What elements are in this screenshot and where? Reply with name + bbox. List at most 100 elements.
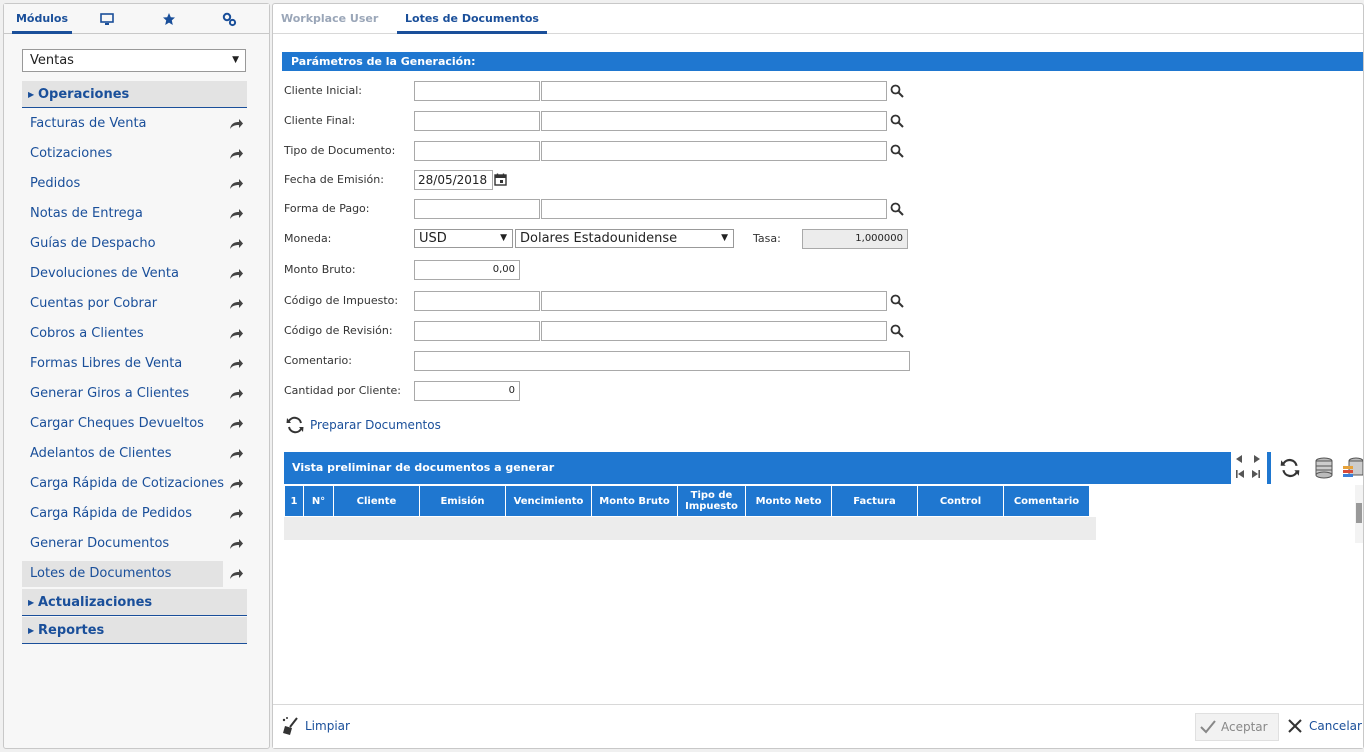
moneda-name-value: Dolares Estadounidense [520, 231, 678, 246]
menu-item[interactable]: Cobros a Clientes [22, 321, 247, 347]
codigo-revision-name-input[interactable] [541, 321, 887, 341]
menu-item[interactable]: Adelantos de Clientes [22, 441, 247, 467]
params-header: Parámetros de la Generación: [282, 52, 1363, 71]
footer-bar: Limpiar Aceptar Cancelar [273, 704, 1363, 748]
section-operaciones-label: Operaciones [38, 87, 130, 102]
share-arrow-icon[interactable] [228, 237, 244, 251]
moneda-name-select[interactable]: Dolares Estadounidense ▼ [515, 229, 734, 248]
menu-item[interactable]: Devoluciones de Venta [22, 261, 247, 287]
codigo-revision-code-input[interactable] [414, 321, 540, 341]
scrollbar-thumb[interactable] [1356, 503, 1362, 523]
section-reportes[interactable]: ▶ Reportes [22, 617, 247, 644]
tab-lotes-label: Lotes de Documentos [405, 12, 539, 25]
grid-column-header[interactable]: Control [917, 485, 1004, 517]
grid-column-header[interactable]: Vencimiento [505, 485, 592, 517]
share-arrow-icon[interactable] [228, 207, 244, 221]
monitor-icon[interactable] [92, 4, 122, 34]
vertical-scrollbar[interactable] [1355, 485, 1363, 543]
menu-item[interactable]: Formas Libres de Venta [22, 351, 247, 377]
tab-workplace-user[interactable]: Workplace User [281, 4, 378, 34]
search-icon[interactable] [890, 84, 904, 98]
tipo-documento-code-input[interactable] [414, 141, 540, 161]
tipo-documento-name-input[interactable] [541, 141, 887, 161]
share-arrow-icon[interactable] [228, 447, 244, 461]
forma-pago-code-input[interactable] [414, 199, 540, 219]
search-icon[interactable] [890, 294, 904, 308]
cliente-final-name-input[interactable] [541, 111, 887, 131]
pager-nav-icon[interactable] [1234, 453, 1262, 483]
database-export-icon[interactable] [1343, 456, 1363, 480]
menu-item[interactable]: Lotes de Documentos [22, 561, 223, 587]
menu-item[interactable]: Cuentas por Cobrar [22, 291, 247, 317]
grid-column-header[interactable]: Cliente [333, 485, 420, 517]
menu-item[interactable]: Notas de Entrega [22, 201, 247, 227]
moneda-code-select[interactable]: USD ▼ [414, 229, 513, 248]
section-actualizaciones[interactable]: ▶ Actualizaciones [22, 589, 247, 616]
search-icon[interactable] [890, 324, 904, 338]
menu-item[interactable]: Facturas de Venta [22, 111, 247, 137]
grid-column-header[interactable]: Monto Neto [745, 485, 832, 517]
search-icon[interactable] [890, 144, 904, 158]
moneda-code-value: USD [419, 231, 447, 246]
menu-item[interactable]: Generar Giros a Clientes [22, 381, 247, 407]
cantidad-cliente-input[interactable]: 0 [414, 381, 520, 401]
share-arrow-icon[interactable] [228, 117, 244, 131]
module-select[interactable]: Ventas ▼ [22, 49, 246, 72]
calendar-icon[interactable] [494, 173, 507, 186]
share-arrow-icon[interactable] [228, 297, 244, 311]
refresh-icon [286, 416, 304, 434]
grid-column-header[interactable]: Factura [831, 485, 918, 517]
share-arrow-icon[interactable] [228, 417, 244, 431]
share-arrow-icon[interactable] [228, 387, 244, 401]
share-arrow-icon[interactable] [228, 537, 244, 551]
refresh-icon[interactable] [1279, 457, 1301, 479]
limpiar-label: Limpiar [305, 719, 350, 733]
share-arrow-icon[interactable] [228, 147, 244, 161]
share-arrow-icon[interactable] [228, 357, 244, 371]
database-icon[interactable] [1313, 456, 1335, 480]
grid-column-header[interactable]: Emisión [419, 485, 506, 517]
menu-item[interactable]: Carga Rápida de Cotizaciones [22, 471, 247, 497]
share-arrow-icon[interactable] [228, 477, 244, 491]
section-operaciones[interactable]: ▶ Operaciones [22, 81, 247, 108]
codigo-impuesto-code-input[interactable] [414, 291, 540, 311]
codigo-impuesto-name-input[interactable] [541, 291, 887, 311]
comentario-input[interactable] [414, 351, 910, 371]
caret-right-icon: ▶ [28, 626, 35, 635]
aceptar-label: Aceptar [1221, 720, 1268, 734]
menu-item[interactable]: Pedidos [22, 171, 247, 197]
forma-pago-name-input[interactable] [541, 199, 887, 219]
gears-icon[interactable] [214, 4, 244, 34]
share-arrow-icon[interactable] [228, 267, 244, 281]
share-arrow-icon[interactable] [228, 507, 244, 521]
menu-item[interactable]: Generar Documentos [22, 531, 247, 557]
cliente-inicial-code-input[interactable] [414, 81, 540, 101]
close-icon [1288, 719, 1302, 733]
share-arrow-icon[interactable] [228, 567, 244, 581]
aceptar-button[interactable]: Aceptar [1195, 713, 1279, 741]
grid-column-header[interactable]: Tipo de Impuesto [677, 485, 746, 517]
grid-column-header[interactable]: Comentario [1003, 485, 1090, 517]
grid-column-header[interactable]: N° [303, 485, 334, 517]
menu-item-label: Pedidos [30, 176, 81, 191]
menu-item[interactable]: Cargar Cheques Devueltos [22, 411, 247, 437]
share-arrow-icon[interactable] [228, 177, 244, 191]
monto-bruto-input[interactable]: 0,00 [414, 260, 520, 280]
tab-lotes-documentos[interactable]: Lotes de Documentos [397, 4, 547, 34]
grid-column-header[interactable]: Monto Bruto [591, 485, 678, 517]
search-icon[interactable] [890, 202, 904, 216]
search-icon[interactable] [890, 114, 904, 128]
menu-item[interactable]: Guías de Despacho [22, 231, 247, 257]
cancelar-button[interactable]: Cancelar [1287, 713, 1363, 741]
cliente-final-code-input[interactable] [414, 111, 540, 131]
share-arrow-icon[interactable] [228, 327, 244, 341]
cliente-inicial-name-input[interactable] [541, 81, 887, 101]
grid-column-header[interactable]: 1 [284, 485, 304, 517]
fecha-emision-input[interactable]: 28/05/2018 [414, 170, 493, 190]
menu-item[interactable]: Carga Rápida de Pedidos [22, 501, 247, 527]
star-icon[interactable] [154, 4, 184, 34]
tab-modules[interactable]: Módulos [12, 4, 72, 34]
label-cliente-inicial: Cliente Inicial: [284, 84, 362, 97]
menu-item[interactable]: Cotizaciones [22, 141, 247, 167]
label-monto-bruto: Monto Bruto: [284, 263, 356, 276]
